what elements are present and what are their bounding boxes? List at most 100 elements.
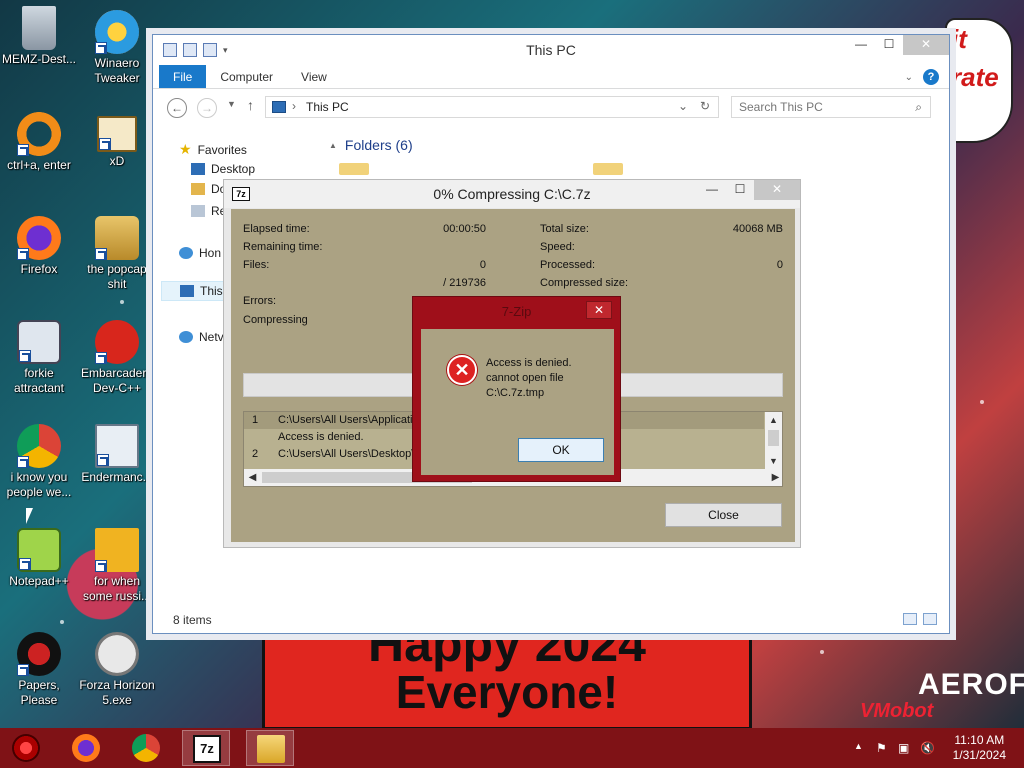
error-dialog[interactable]: 7-Zip ✕ ✕ Access is denied. cannot open … [412, 296, 621, 482]
desktop-icon-popcap[interactable]: the popcap shit [78, 216, 156, 292]
folder-icon[interactable] [339, 163, 369, 175]
desktop-icon-ctrl-a-enter[interactable]: ctrl+a, enter [0, 112, 78, 173]
desktop-icon-chrome-shortcut[interactable]: i know you people we... [0, 424, 78, 500]
nav-item-label: Favorites [197, 142, 247, 157]
address-bar[interactable]: › This PC ⌄ ↻ [265, 96, 719, 118]
search-placeholder: Search This PC [739, 100, 823, 114]
start-button[interactable] [2, 730, 50, 766]
maximize-button[interactable]: ☐ [875, 35, 903, 55]
taskbar-chrome[interactable] [122, 730, 170, 766]
row-text: C:\Users\All Users\Application [278, 414, 425, 426]
desktop-icon [191, 163, 205, 175]
address-path: This PC [306, 100, 349, 114]
close-icon[interactable]: ✕ [586, 301, 612, 319]
ok-button[interactable]: OK [518, 438, 604, 462]
minimize-button[interactable]: — [847, 35, 875, 55]
show-hidden-icons[interactable]: ▲ [854, 741, 863, 751]
ribbon: File Computer View ⌄ ? [153, 65, 949, 89]
scroll-up-icon[interactable]: ▲ [765, 412, 782, 429]
desktop-icon-label: Papers, Please [18, 678, 60, 707]
scroll-left-icon[interactable]: ◀ [244, 469, 261, 486]
action-center-flag-icon[interactable]: ⚑ [876, 741, 887, 755]
desktop-icon-endermanch[interactable]: Endermanc... [78, 424, 156, 485]
shortcut-arrow-icon [17, 248, 29, 260]
close-7zip-button[interactable]: Close [665, 503, 782, 527]
back-button[interactable]: ← [167, 98, 187, 118]
taskbar-7zip[interactable]: 7z [182, 730, 230, 766]
desktop-icon-russian[interactable]: for when some russi... [78, 528, 156, 604]
taskbar-firefox[interactable] [62, 730, 110, 766]
clock[interactable]: 11:10 AM 1/31/2024 [953, 733, 1006, 763]
de-logo-icon [95, 528, 139, 572]
nav-item-downloads[interactable]: Do [191, 182, 226, 196]
desktop-icon-firefox[interactable]: Firefox [0, 216, 78, 277]
desktop-icon-forza[interactable]: Forza Horizon 5.exe [78, 632, 156, 708]
desktop-icon-devcpp[interactable]: Embarcadero Dev-C++ [78, 320, 156, 396]
error-icon: ✕ [447, 355, 477, 385]
nav-item-network[interactable]: Netv [179, 330, 224, 344]
star-icon: ★ [179, 141, 192, 157]
close-button[interactable]: ✕ [903, 35, 949, 55]
item-count: 8 items [173, 613, 212, 627]
desktop-icon-forkie[interactable]: forkie attractant [0, 320, 78, 396]
nav-item-recent[interactable]: Re [191, 204, 226, 218]
winaero-icon [95, 10, 139, 54]
error-message: Access is denied. cannot open file C:\C.… [486, 356, 572, 401]
desktop-icon-label: i know you people we... [6, 470, 72, 499]
desktop-icon-papers-please[interactable]: Papers, Please [0, 632, 78, 708]
desktop-icon-label: ctrl+a, enter [7, 158, 71, 172]
desktop-icon-label: Endermanc... [81, 470, 153, 484]
refresh-icon[interactable]: ↻ [700, 99, 710, 113]
explorer-title-bar[interactable]: ▾ This PC — ☐ ✕ [153, 35, 949, 65]
total-size-label: Total size: [540, 223, 589, 235]
hxd-icon [97, 116, 137, 152]
taskbar-explorer[interactable] [246, 730, 294, 766]
tab-view[interactable]: View [287, 65, 341, 88]
vertical-scrollbar[interactable]: ▲ ▼ [765, 412, 782, 470]
volume-muted-icon[interactable]: 🔇 [920, 741, 935, 755]
7zip-title-bar[interactable]: 7z 0% Compressing C:\C.7z — ☐ ✕ [224, 180, 800, 208]
folders-group-header[interactable]: Folders (6) [329, 137, 413, 153]
help-icon[interactable]: ? [923, 69, 939, 85]
row-text: C:\Users\All Users\Desktop\ [278, 448, 415, 460]
desktop-icon-xd[interactable]: xD [78, 116, 156, 169]
forward-button[interactable]: → [197, 98, 217, 118]
system-tray: ▲ ⚑ ▣ 🔇 11:10 AM 1/31/2024 [844, 728, 1024, 768]
desktop-icon-notepadpp[interactable]: Notepad++ [0, 528, 78, 589]
large-icons-view-icon[interactable] [923, 613, 937, 625]
search-input[interactable]: Search This PC ⌕ [731, 96, 931, 118]
desktop-icon-memz[interactable]: MEMZ-Dest... [0, 6, 78, 67]
shortcut-arrow-icon [19, 350, 31, 362]
shortcut-arrow-icon [17, 456, 29, 468]
papers-please-icon [17, 632, 61, 676]
search-icon: ⌕ [915, 100, 922, 114]
scroll-down-icon[interactable]: ▼ [765, 453, 782, 470]
nav-item-label: Netv [199, 330, 224, 344]
scroll-right-icon[interactable]: ▶ [767, 469, 782, 486]
elapsed-value: 00:00:50 [443, 223, 486, 235]
compressing-label: Compressing [243, 314, 308, 326]
processed-value: 0 [776, 259, 783, 271]
expand-ribbon-icon[interactable]: ⌄ [905, 72, 913, 83]
details-view-icon[interactable] [903, 613, 917, 625]
tab-computer[interactable]: Computer [206, 65, 287, 88]
folder-icon[interactable] [593, 163, 623, 175]
nav-item-favorites[interactable]: ★ Favorites [179, 141, 247, 158]
devcpp-icon [95, 320, 139, 364]
chevron-down-icon[interactable]: ⌄ [678, 99, 688, 113]
nav-item-homegroup[interactable]: Hon [179, 246, 221, 260]
tab-file[interactable]: File [159, 65, 207, 88]
maximize-button[interactable]: ☐ [726, 180, 754, 200]
nav-item-desktop[interactable]: Desktop [191, 162, 255, 176]
chevron-right-icon[interactable]: › [292, 99, 296, 113]
pc-icon [272, 101, 286, 113]
scroll-thumb[interactable] [768, 430, 779, 446]
recent-locations-dropdown[interactable]: ▼ [227, 99, 236, 109]
close-button[interactable]: ✕ [754, 180, 800, 200]
file-explorer-icon [257, 735, 285, 763]
desktop-icon-winaero[interactable]: Winaero Tweaker [78, 10, 156, 86]
up-button[interactable]: ↑ [247, 97, 254, 113]
network-icon[interactable]: ▣ [898, 741, 909, 755]
minimize-button[interactable]: — [698, 180, 726, 200]
error-dialog-title-bar[interactable]: 7-Zip ✕ [413, 297, 620, 325]
